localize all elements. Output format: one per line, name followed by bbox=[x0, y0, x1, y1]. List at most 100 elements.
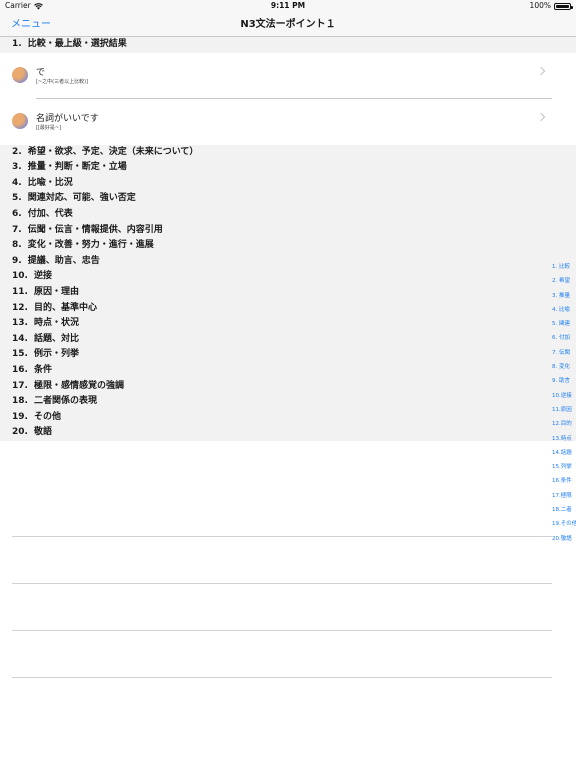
section-header[interactable]: 10. 逆接 bbox=[0, 269, 576, 285]
section-header[interactable]: 11. 原因・理由 bbox=[0, 284, 576, 301]
item-subtitle: [[最好是~] bbox=[36, 124, 62, 131]
section-title: 比喩・比況 bbox=[27, 177, 73, 188]
list-item[interactable]: 名詞がいいです [[最好是~] bbox=[0, 98, 576, 145]
section-title: 条件 bbox=[33, 364, 52, 375]
section-header[interactable]: 16. 条件 bbox=[0, 362, 576, 379]
chevron-right-icon bbox=[536, 112, 546, 121]
section-number: 1. bbox=[12, 39, 22, 49]
section-title: 推量・判断・断定・立場 bbox=[27, 162, 127, 173]
index-item[interactable]: 7. 伝聞 bbox=[552, 346, 574, 360]
section-title: 関連対応、可能、強い否定 bbox=[27, 193, 136, 204]
section-header[interactable]: 9. 提議、助言、忠告 bbox=[0, 253, 576, 270]
section-header[interactable]: 20. 敬語 bbox=[0, 425, 576, 441]
section-header[interactable]: 6. 付加、代表 bbox=[0, 206, 576, 223]
section-header[interactable]: 4. 比喩・比況 bbox=[0, 175, 576, 192]
section-header[interactable]: 3. 推量・判断・断定・立場 bbox=[0, 160, 576, 176]
section-number: 13. bbox=[12, 318, 28, 329]
index-item[interactable]: 15.列挙 bbox=[552, 460, 574, 474]
page-title: N3文法ーポイント１ bbox=[240, 19, 336, 30]
empty-table-separators bbox=[12, 536, 552, 724]
section-number: 5. bbox=[12, 193, 22, 204]
section-title: 極限・感情感覚の強調 bbox=[33, 380, 124, 391]
item-title: 名詞がいいです bbox=[36, 113, 99, 124]
section-header[interactable]: 2. 希望・欲求、予定、決定（未来について） bbox=[0, 144, 576, 161]
index-item[interactable]: 16.条件 bbox=[552, 474, 574, 488]
section-header[interactable]: 1. 比較・最上級・選択結果 bbox=[0, 37, 576, 53]
section-number: 10. bbox=[12, 271, 28, 282]
section-title: 時点・状況 bbox=[33, 318, 79, 329]
index-item[interactable]: 19.その他 bbox=[552, 517, 576, 531]
section-header[interactable]: 14. 話題、対比 bbox=[0, 331, 576, 348]
section-title: 例示・列挙 bbox=[33, 349, 79, 360]
section-header[interactable]: 12. 目的、基準中心 bbox=[0, 300, 576, 317]
item-subtitle: [~之中(三者以上比較)] bbox=[36, 78, 88, 85]
section-title: 伝聞・伝言・情報提供、内容引用 bbox=[27, 224, 163, 235]
chevron-right-icon bbox=[536, 66, 546, 75]
index-item[interactable]: 17.極限 bbox=[552, 489, 574, 503]
section-header[interactable]: 18. 二者関係の表現 bbox=[0, 394, 576, 410]
section-number: 16. bbox=[12, 364, 28, 375]
index-item[interactable]: 18.二者 bbox=[552, 503, 574, 517]
section-number: 14. bbox=[12, 333, 28, 344]
section-title: 変化・改善・努力・進行・進展 bbox=[27, 240, 154, 251]
section-title: 話題、対比 bbox=[33, 333, 79, 344]
separator-line bbox=[12, 630, 552, 631]
section-number: 3. bbox=[12, 162, 22, 173]
index-item[interactable]: 6. 付加 bbox=[552, 331, 574, 345]
index-item[interactable]: 1. 比較 bbox=[552, 260, 574, 274]
item-thumbnail-icon bbox=[12, 66, 28, 83]
section-title: 希望・欲求、予定、決定（未来について） bbox=[27, 146, 199, 157]
index-item[interactable]: 9. 助言 bbox=[552, 374, 574, 388]
section-title: 敬語 bbox=[33, 427, 52, 438]
index-item[interactable]: 20.敬語 bbox=[552, 532, 574, 546]
section-number: 2. bbox=[12, 146, 22, 157]
status-time: 9:11 PM bbox=[270, 1, 306, 10]
section-title: 付加、代表 bbox=[27, 208, 73, 219]
section-number: 7. bbox=[12, 224, 22, 235]
section-number: 19. bbox=[12, 411, 28, 422]
index-item[interactable]: 4. 比喩 bbox=[552, 303, 574, 317]
section-number: 15. bbox=[12, 349, 28, 360]
section-number: 18. bbox=[12, 396, 28, 407]
section-header[interactable]: 7. 伝聞・伝言・情報提供、内容引用 bbox=[0, 222, 576, 239]
index-item[interactable]: 3. 推量 bbox=[552, 289, 574, 303]
section-title: 二者関係の表現 bbox=[33, 396, 97, 407]
section-index-bar[interactable]: 1. 比較 2. 希望 3. 推量 4. 比喩 5. 関連 6. 付加 7. 伝聞 8. 変化… bbox=[552, 260, 576, 546]
section-header[interactable]: 15. 例示・列挙 bbox=[0, 347, 576, 363]
section-title: 逆接 bbox=[33, 271, 52, 282]
section-title: 原因・理由 bbox=[33, 286, 79, 297]
separator-line bbox=[12, 536, 552, 537]
item-title: で bbox=[36, 67, 46, 78]
index-item[interactable]: 11.原因 bbox=[552, 403, 574, 417]
status-right: 100% bbox=[529, 0, 573, 12]
section-title: 目的、基準中心 bbox=[33, 302, 97, 313]
section-number: 9. bbox=[12, 255, 22, 266]
section-number: 12. bbox=[12, 302, 28, 313]
separator-line bbox=[12, 677, 552, 678]
index-item[interactable]: 12.目的 bbox=[552, 417, 574, 431]
section-title: 提議、助言、忠告 bbox=[27, 255, 100, 266]
section-title: 比較・最上級・選択結果 bbox=[27, 39, 127, 49]
index-item[interactable]: 2. 希望 bbox=[552, 274, 574, 288]
list-item[interactable]: で [~之中(三者以上比較)] bbox=[0, 52, 576, 99]
status-bar: Carrier 9:11 PM 100% bbox=[0, 0, 576, 12]
section-header[interactable]: 17. 極限・感情感覚の強調 bbox=[0, 378, 576, 395]
section-number: 17. bbox=[12, 380, 28, 391]
index-item[interactable]: 8. 変化 bbox=[552, 360, 574, 374]
index-item[interactable]: 14.話題 bbox=[552, 446, 574, 460]
grammar-list[interactable]: 1. 比較・最上級・選択結果で [~之中(三者以上比較)] 名詞がいいです [[最好是~… bbox=[0, 37, 576, 441]
section-number: 6. bbox=[12, 208, 22, 219]
index-item[interactable]: 13.時点 bbox=[552, 432, 574, 446]
battery-percent: 100% bbox=[529, 1, 551, 10]
section-number: 4. bbox=[12, 177, 22, 188]
navigation-bar: メニュー N3文法ーポイント１ bbox=[0, 12, 576, 37]
section-header[interactable]: 5. 関連対応、可能、強い否定 bbox=[0, 191, 576, 207]
index-item[interactable]: 10.逆接 bbox=[552, 389, 574, 403]
index-item[interactable]: 5. 関連 bbox=[552, 317, 574, 331]
separator-line bbox=[12, 583, 552, 584]
section-header[interactable]: 13. 時点・状況 bbox=[0, 316, 576, 332]
section-number: 11. bbox=[12, 286, 28, 297]
section-header[interactable]: 19. その他 bbox=[0, 409, 576, 426]
item-thumbnail-icon bbox=[12, 112, 28, 129]
section-header[interactable]: 8. 変化・改善・努力・進行・進展 bbox=[0, 238, 576, 254]
